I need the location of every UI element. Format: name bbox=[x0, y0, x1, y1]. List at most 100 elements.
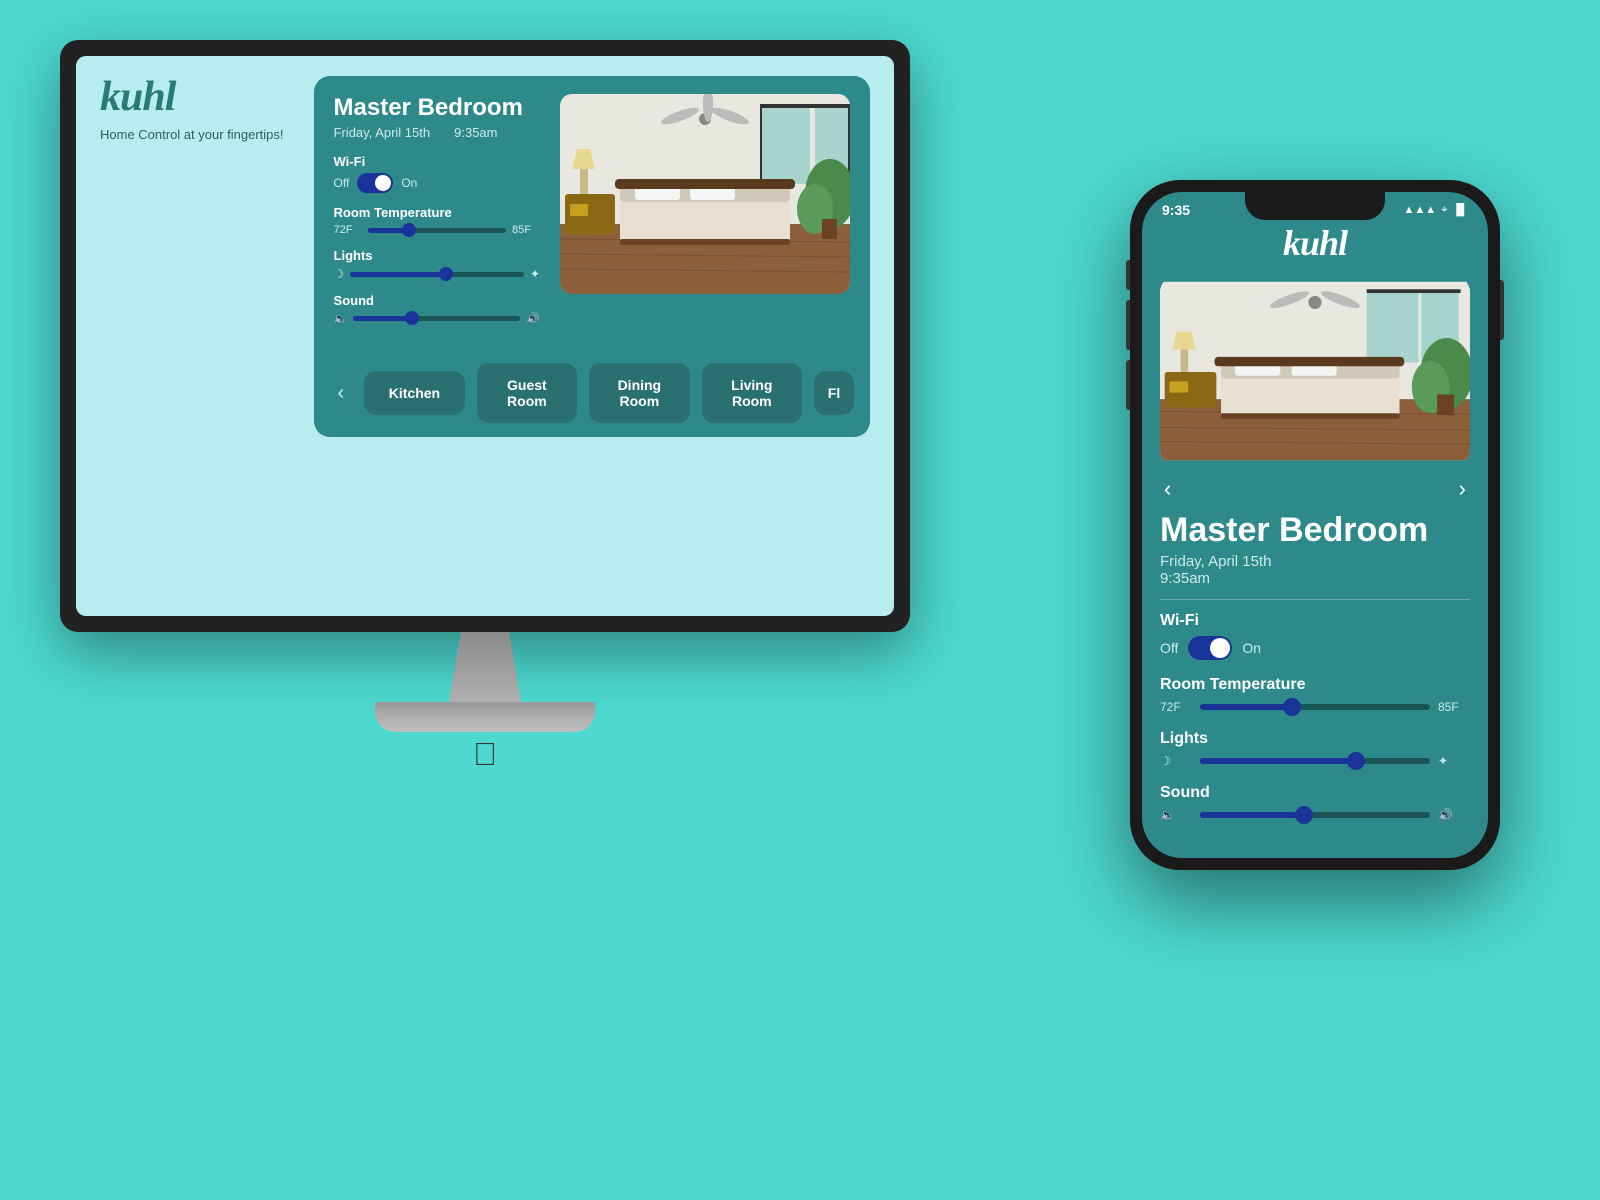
phone-temp-track[interactable] bbox=[1200, 704, 1430, 710]
desktop-room-btn-living[interactable]: Living Room bbox=[702, 363, 802, 423]
desktop-card-top: Master Bedroom Friday, April 15th 9:35am… bbox=[314, 76, 870, 349]
phone-lights-moon-icon: ☽ bbox=[1160, 754, 1192, 768]
desktop-room-btn-partial[interactable]: Fl bbox=[814, 371, 854, 415]
phone-sound-track[interactable] bbox=[1200, 812, 1430, 818]
mobile-phone: 9:35 ▲▲▲ ⌖ ▐▌ kuhl bbox=[1130, 180, 1500, 870]
desktop-sound-thumb bbox=[405, 311, 419, 325]
volume-low-icon: 🔈 bbox=[334, 312, 348, 325]
phone-vol-high-icon: 🔊 bbox=[1438, 808, 1470, 822]
phone-sound-slider-row: 🔈 🔊 bbox=[1160, 808, 1470, 822]
phone-wifi-toggle[interactable] bbox=[1188, 636, 1232, 660]
desktop-temp-max: 85F bbox=[512, 224, 540, 236]
desktop-room-btn-dining[interactable]: Dining Room bbox=[589, 363, 689, 423]
phone-sound-label: Sound bbox=[1160, 784, 1470, 802]
desktop-controls: Wi-Fi Off On bbox=[334, 154, 540, 325]
desktop-room-btn-kitchen[interactable]: Kitchen bbox=[364, 371, 464, 415]
monitor-stand-neck bbox=[445, 632, 525, 702]
phone-temp-section: Room Temperature 72F 85F bbox=[1160, 676, 1470, 714]
phone-sound-thumb bbox=[1295, 806, 1313, 824]
phone-lights-track[interactable] bbox=[1200, 758, 1430, 764]
desktop-temp-track[interactable] bbox=[368, 228, 506, 233]
desktop-temp-min: 72F bbox=[334, 224, 362, 236]
phone-content: kuhl bbox=[1142, 222, 1488, 858]
apple-logo-icon:  bbox=[60, 736, 910, 773]
phone-room-time: 9:35am bbox=[1160, 570, 1470, 587]
phone-bedroom-image bbox=[1160, 276, 1470, 466]
desktop-lights-thumb bbox=[439, 267, 453, 281]
desktop-room-btn-guest[interactable]: Guest Room bbox=[477, 363, 577, 423]
phone-status-icons: ▲▲▲ ⌖ ▐▌ bbox=[1404, 204, 1468, 217]
desktop-wifi-on-label: On bbox=[401, 176, 417, 190]
phone-logo: kuhl bbox=[1160, 222, 1470, 264]
phone-temp-min: 72F bbox=[1160, 700, 1192, 714]
phone-wifi-label: Wi-Fi bbox=[1160, 612, 1470, 630]
desktop-monitor: kuhl Home Control at your fingertips! Ma… bbox=[60, 40, 910, 773]
phone-volume-down-button[interactable] bbox=[1126, 360, 1130, 410]
desktop-room-date: Friday, April 15th bbox=[334, 125, 431, 140]
phone-volume-up-button[interactable] bbox=[1126, 300, 1130, 350]
phone-sound-section: Sound 🔈 🔊 bbox=[1160, 784, 1470, 822]
phone-room-date: Friday, April 15th bbox=[1160, 553, 1470, 570]
desktop-room-time: 9:35am bbox=[454, 125, 497, 140]
signal-icon: ▲▲▲ bbox=[1404, 204, 1437, 216]
desktop-room-nav: ‹ Kitchen Guest Room Dining Room Living … bbox=[314, 349, 870, 437]
phone-lights-section: Lights ☽ ✦ bbox=[1160, 730, 1470, 768]
desktop-tagline: Home Control at your fingertips! bbox=[100, 126, 284, 144]
desktop-temp-slider-row: 72F 85F bbox=[334, 224, 540, 236]
desktop-sound-track[interactable] bbox=[353, 316, 520, 321]
bedroom-image bbox=[560, 94, 850, 294]
desktop-sound-control: Sound 🔈 🔊 bbox=[334, 293, 540, 325]
phone-room-title: Master Bedroom bbox=[1160, 512, 1470, 549]
phone-lights-sun-icon: ✦ bbox=[1438, 754, 1470, 768]
desktop-brand-area: kuhl Home Control at your fingertips! bbox=[100, 76, 284, 144]
desktop-room-title: Master Bedroom bbox=[334, 94, 540, 122]
desktop-wifi-row: Off On bbox=[334, 173, 540, 193]
phone-lights-slider-row: ☽ ✦ bbox=[1160, 754, 1470, 768]
desktop-lights-control: Lights ☽ ✦ bbox=[334, 248, 540, 281]
phone-temp-max: 85F bbox=[1438, 700, 1470, 714]
phone-wifi-off-label: Off bbox=[1160, 640, 1178, 656]
desktop-lights-fill bbox=[350, 272, 446, 277]
phone-wifi-row: Off On bbox=[1160, 636, 1470, 660]
desktop-room-photo bbox=[560, 94, 850, 294]
desktop-sound-fill bbox=[353, 316, 411, 321]
monitor-display: kuhl Home Control at your fingertips! Ma… bbox=[76, 56, 894, 616]
phone-photo-nav: ‹ › bbox=[1160, 466, 1470, 512]
desktop-temp-label: Room Temperature bbox=[334, 205, 540, 220]
sun-icon: ✦ bbox=[530, 267, 540, 281]
desktop-lights-slider-row: ☽ ✦ bbox=[334, 267, 540, 281]
desktop-header: kuhl Home Control at your fingertips! Ma… bbox=[100, 76, 870, 437]
phone-body: 9:35 ▲▲▲ ⌖ ▐▌ kuhl bbox=[1130, 180, 1500, 870]
monitor-stand-base bbox=[375, 702, 595, 732]
monitor-screen: kuhl Home Control at your fingertips! Ma… bbox=[60, 40, 910, 632]
desktop-prev-arrow[interactable]: ‹ bbox=[330, 378, 353, 409]
desktop-lights-label: Lights bbox=[334, 248, 540, 263]
phone-mute-button[interactable] bbox=[1126, 260, 1130, 290]
phone-wifi-on-label: On bbox=[1242, 640, 1261, 656]
phone-vol-low-icon: 🔈 bbox=[1160, 808, 1192, 822]
phone-prev-arrow[interactable]: ‹ bbox=[1164, 476, 1171, 502]
moon-icon: ☽ bbox=[334, 267, 345, 281]
desktop-temp-control: Room Temperature 72F 85F bbox=[334, 205, 540, 236]
desktop-wifi-label: Wi-Fi bbox=[334, 154, 540, 169]
phone-power-button[interactable] bbox=[1500, 280, 1504, 340]
desktop-wifi-toggle[interactable] bbox=[357, 173, 393, 193]
phone-notch bbox=[1245, 192, 1385, 220]
phone-temp-fill bbox=[1200, 704, 1292, 710]
desktop-wifi-control: Wi-Fi Off On bbox=[334, 154, 540, 193]
desktop-wifi-off-label: Off bbox=[334, 176, 350, 190]
battery-icon: ▐▌ bbox=[1452, 204, 1468, 216]
phone-temp-thumb bbox=[1283, 698, 1301, 716]
phone-status-time: 9:35 bbox=[1162, 202, 1190, 218]
phone-sound-fill bbox=[1200, 812, 1304, 818]
desktop-room-card: Master Bedroom Friday, April 15th 9:35am… bbox=[314, 76, 870, 437]
wifi-status-icon: ⌖ bbox=[1441, 204, 1447, 217]
phone-lights-fill bbox=[1200, 758, 1356, 764]
monitor-content: kuhl Home Control at your fingertips! Ma… bbox=[76, 56, 894, 616]
desktop-temp-thumb bbox=[402, 223, 416, 237]
phone-lights-thumb bbox=[1347, 752, 1365, 770]
phone-next-arrow[interactable]: › bbox=[1459, 476, 1466, 502]
desktop-card-info: Master Bedroom Friday, April 15th 9:35am… bbox=[334, 94, 540, 337]
desktop-lights-track[interactable] bbox=[350, 272, 524, 277]
desktop-room-datetime: Friday, April 15th 9:35am bbox=[334, 125, 540, 140]
